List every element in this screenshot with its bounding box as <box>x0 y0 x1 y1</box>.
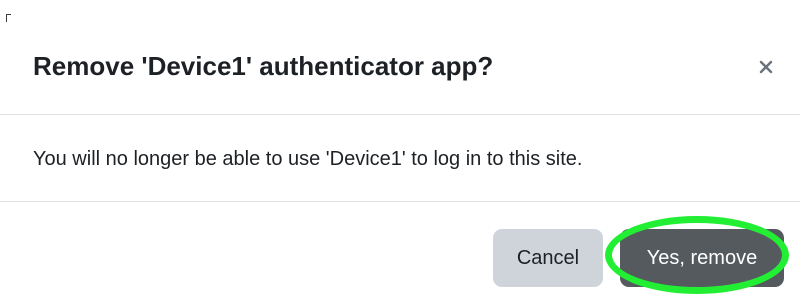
cancel-button[interactable]: Cancel <box>493 229 603 287</box>
confirm-remove-button[interactable]: Yes, remove <box>620 229 784 287</box>
dialog-title: Remove 'Device1' authenticator app? <box>33 51 494 81</box>
dialog-header: Remove 'Device1' authenticator app? <box>0 0 800 115</box>
close-icon <box>758 59 774 75</box>
confirm-remove-dialog: Remove 'Device1' authenticator app? You … <box>0 0 800 304</box>
dialog-message: You will no longer be able to use 'Devic… <box>33 148 583 170</box>
close-button[interactable] <box>749 50 783 84</box>
dialog-footer: Cancel Yes, remove <box>0 202 800 304</box>
dialog-body: You will no longer be able to use 'Devic… <box>0 115 800 202</box>
